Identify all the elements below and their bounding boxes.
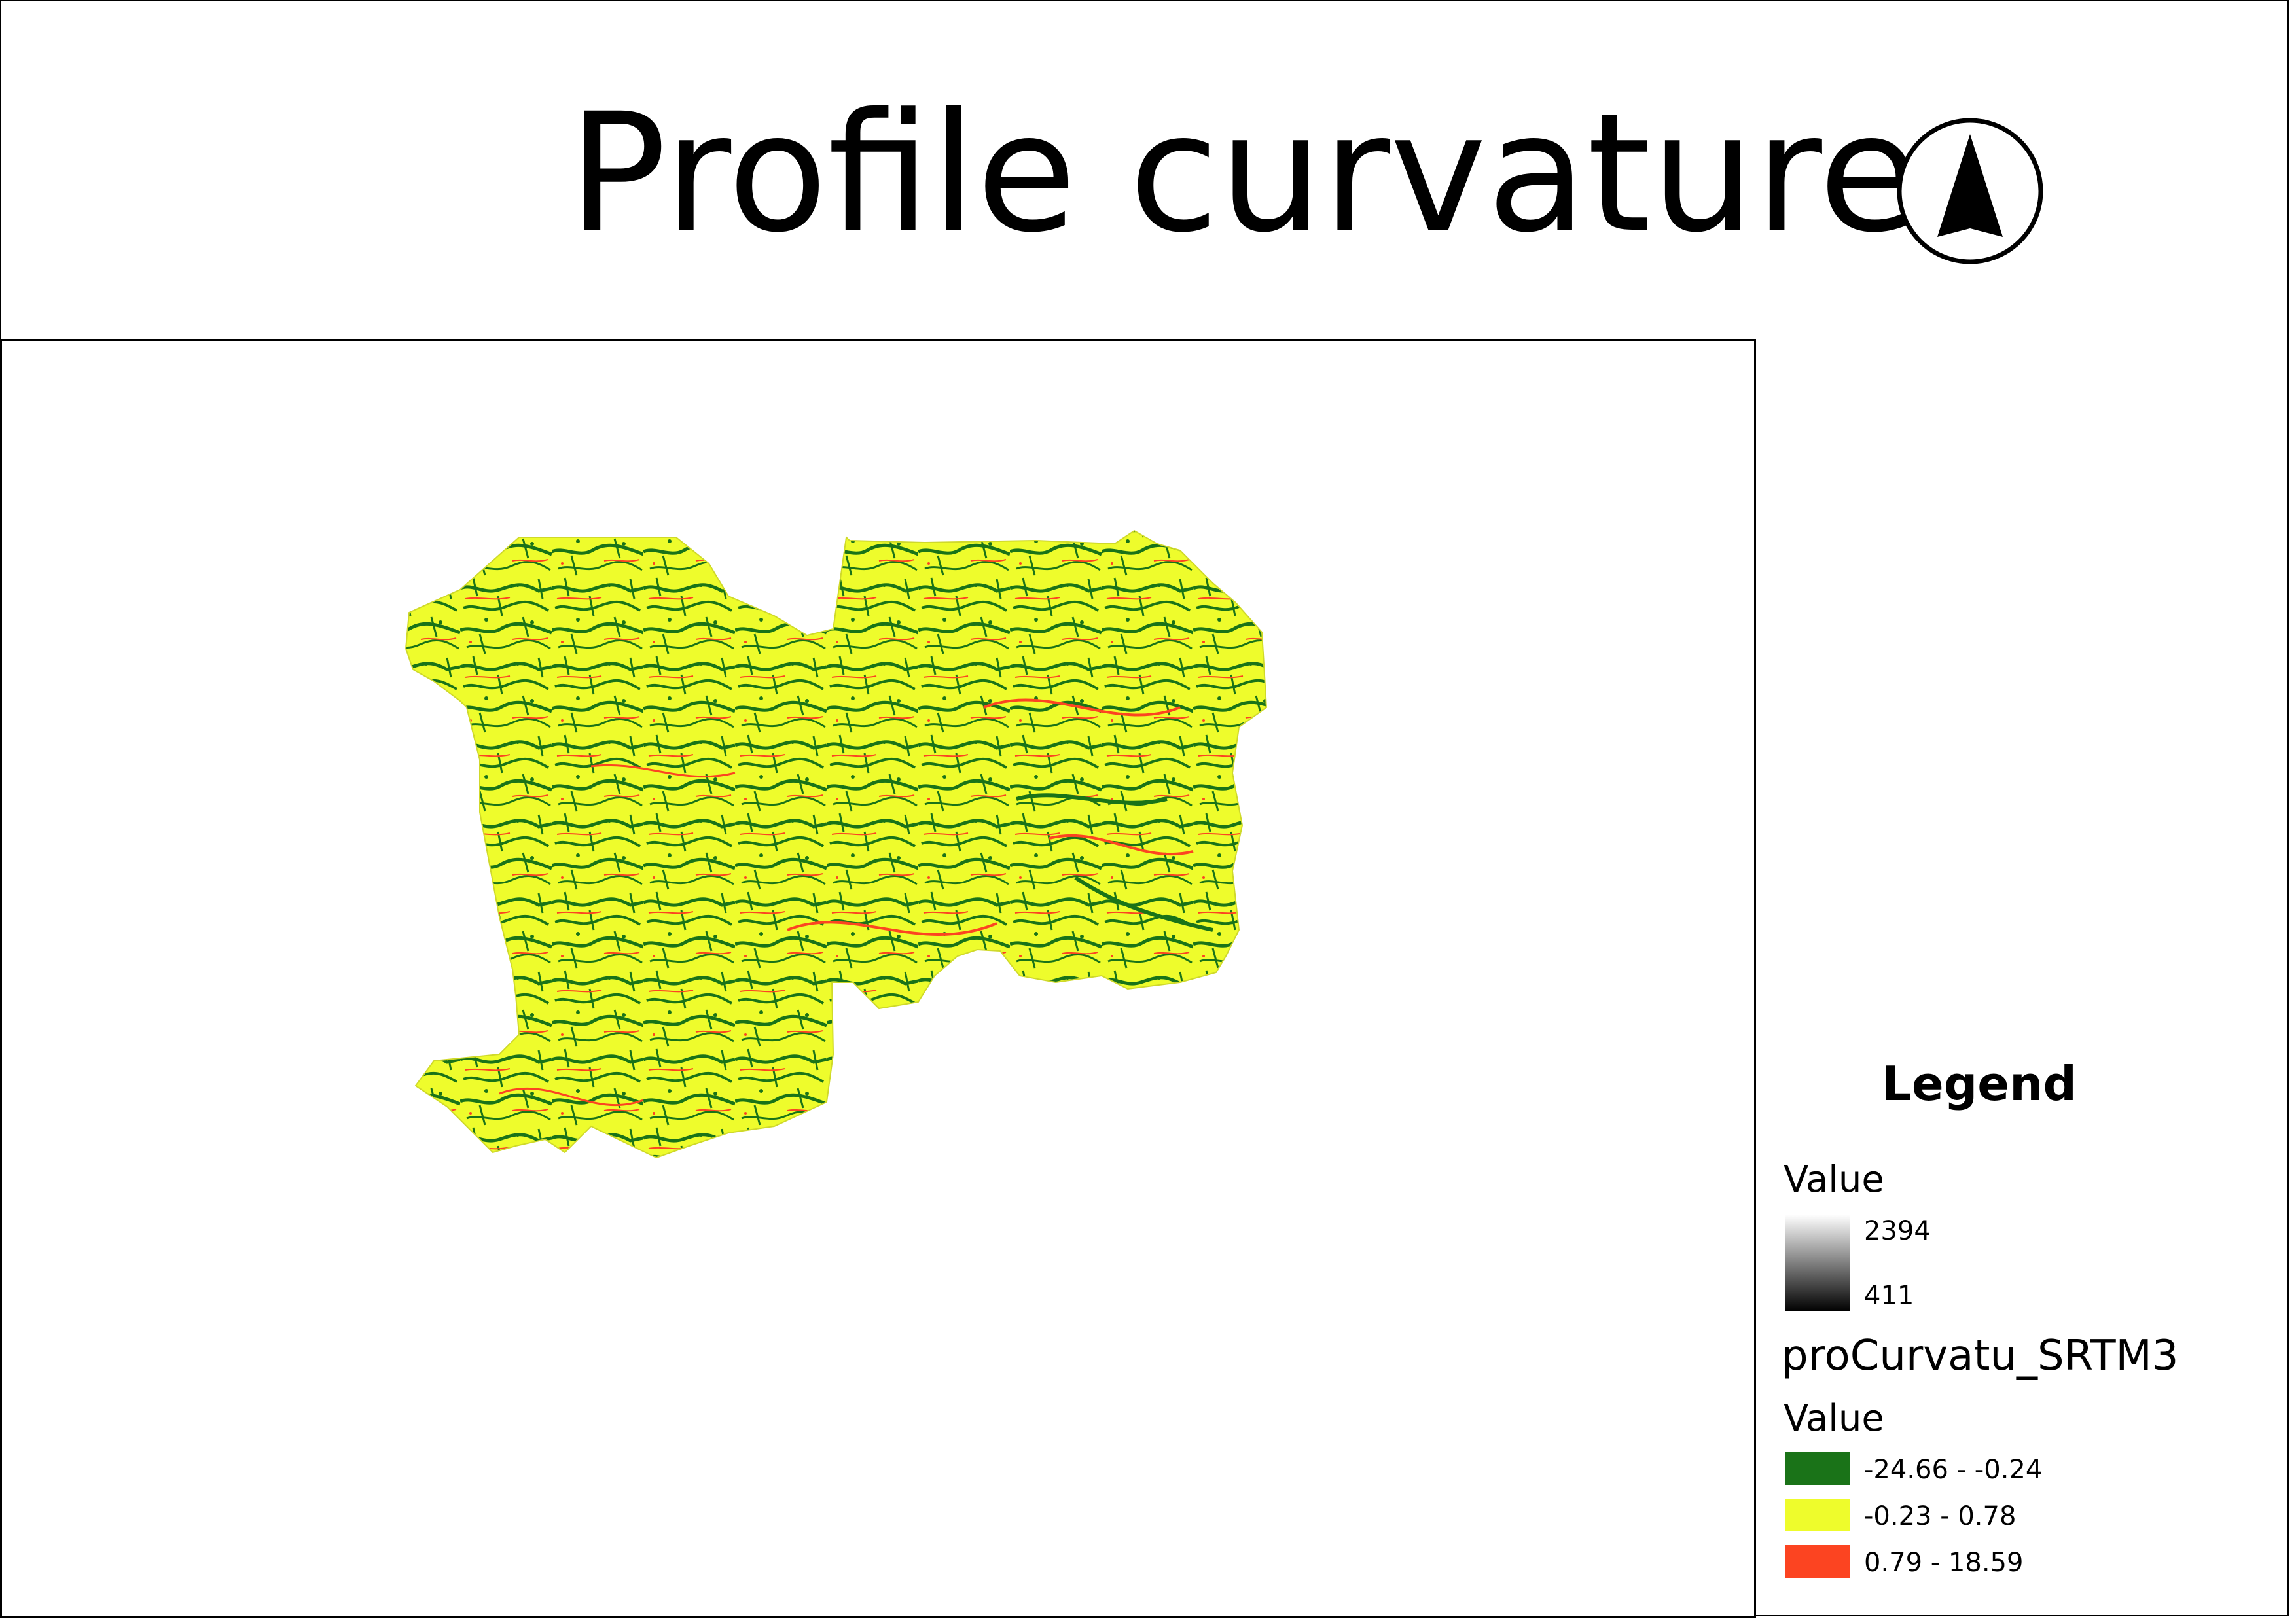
- legend-dem-header: Value: [1784, 1158, 1884, 1201]
- legend-swatch: [1785, 1499, 1850, 1531]
- legend-swatch: [1785, 1545, 1850, 1578]
- legend-class-item: -24.66 - -0.24: [1785, 1452, 2243, 1485]
- map-canvas: [405, 530, 1267, 1158]
- curvature-raster: [406, 531, 1266, 1158]
- legend-swatch: [1785, 1452, 1850, 1485]
- legend-title: Legend: [1882, 1056, 2077, 1111]
- legend-dem-gradient: [1785, 1215, 1850, 1311]
- legend-dem-low: 411: [1864, 1281, 1914, 1311]
- map-frame: [0, 339, 1756, 1618]
- map-title: Profile curvature: [568, 78, 1920, 268]
- legend-layer-name: proCurvatu_SRTM3: [1782, 1332, 2179, 1380]
- legend-class-item: -0.23 - 0.78: [1785, 1499, 2243, 1531]
- legend-class-item: 0.79 - 18.59: [1785, 1545, 2243, 1578]
- north-arrow-icon: [1897, 118, 2043, 264]
- legend-class-label: 0.79 - 18.59: [1864, 1548, 2024, 1578]
- legend-class-label: -24.66 - -0.24: [1864, 1455, 2043, 1485]
- legend-class-label: -0.23 - 0.78: [1864, 1501, 2017, 1531]
- legend-dem-high: 2394: [1864, 1216, 1931, 1246]
- legend-classes-header: Value: [1784, 1397, 1884, 1440]
